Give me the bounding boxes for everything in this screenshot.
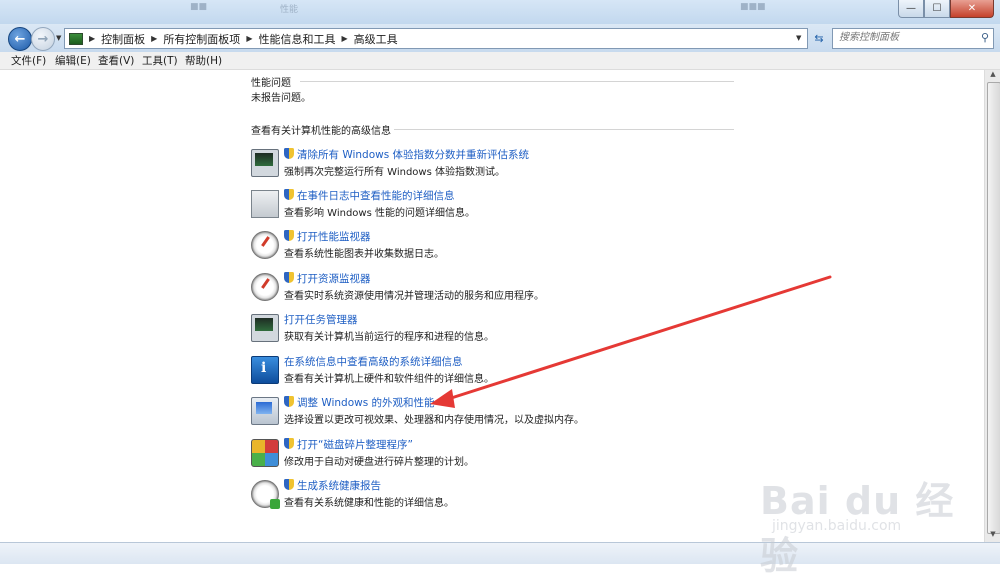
control-panel-icon (69, 32, 83, 45)
menu-view[interactable]: 查看(V) (98, 53, 134, 68)
uac-shield-icon (284, 479, 294, 490)
monitor-icon (251, 149, 279, 177)
search-box[interactable]: ⚲ (832, 28, 994, 49)
maximize-button[interactable]: ☐ (924, 0, 950, 18)
menu-help[interactable]: 帮助(H) (185, 53, 222, 68)
recent-pages-dropdown-icon[interactable]: ▼ (56, 34, 61, 42)
health-report-icon (251, 480, 280, 509)
breadcrumb-chevron-icon[interactable]: ▶ (151, 34, 157, 43)
breadcrumb-chevron-icon[interactable]: ▶ (89, 34, 95, 43)
address-dropdown-icon[interactable]: ▼ (796, 34, 801, 42)
task-link-performance-monitor[interactable]: 打开性能监视器 (284, 229, 371, 244)
task-item: 调整 Windows 的外观和性能 选择设置以更改可视效果、处理器和内存使用情况… (251, 394, 811, 430)
event-log-icon (251, 190, 279, 218)
visual-effects-icon (251, 397, 279, 425)
uac-shield-icon (284, 148, 294, 159)
uac-shield-icon (284, 230, 294, 241)
close-button[interactable]: ✕ (950, 0, 994, 18)
refresh-icon[interactable]: ⇆ (810, 30, 828, 46)
task-description: 强制再次完整运行所有 Windows 体验指数测试。 (284, 167, 505, 178)
menu-tools[interactable]: 工具(T) (142, 53, 178, 68)
forward-button[interactable]: → (31, 27, 55, 51)
menu-bar: 文件(F) 编辑(E) 查看(V) 工具(T) 帮助(H) (0, 52, 1000, 70)
task-link-adjust-appearance[interactable]: 调整 Windows 的外观和性能 (284, 395, 435, 410)
task-description: 查看实时系统资源使用情况并管理活动的服务和应用程序。 (284, 291, 544, 302)
task-item: 在系统信息中查看高级的系统详细信息 查看有关计算机上硬件和软件组件的详细信息。 (251, 353, 811, 389)
performance-gauge-icon (251, 231, 279, 259)
navigation-bar: ← → ▼ ▶ 控制面板 ▶ 所有控制面板项 ▶ 性能信息和工具 ▶ 高级工具 … (0, 24, 1000, 52)
uac-shield-icon (284, 396, 294, 407)
section-title-advanced: 查看有关计算机性能的高级信息 (251, 126, 391, 137)
task-link-task-manager[interactable]: 打开任务管理器 (284, 312, 358, 327)
breadcrumb-all-items[interactable]: 所有控制面板项 (163, 31, 240, 47)
task-description: 修改用于自动对硬盘进行碎片整理的计划。 (284, 457, 474, 468)
task-description: 获取有关计算机当前运行的程序和进程的信息。 (284, 332, 494, 343)
minimize-button[interactable]: — (898, 0, 924, 18)
task-item: 清除所有 Windows 体验指数分数并重新评估系统 强制再次完整运行所有 Wi… (251, 146, 811, 182)
uac-shield-icon (284, 272, 294, 283)
uac-shield-icon (284, 438, 294, 449)
window-controls: — ☐ ✕ (898, 0, 994, 18)
task-description: 查看有关计算机上硬件和软件组件的详细信息。 (284, 374, 494, 385)
task-link-health-report[interactable]: 生成系统健康报告 (284, 478, 381, 493)
watermark-url: jingyan.baidu.com (772, 518, 902, 534)
task-item: 打开任务管理器 获取有关计算机当前运行的程序和进程的信息。 (251, 311, 811, 347)
task-item: 打开资源监视器 查看实时系统资源使用情况并管理活动的服务和应用程序。 (251, 270, 811, 306)
section-divider (394, 129, 734, 130)
titlebar-ghost-left: ■■ (190, 2, 208, 12)
back-button[interactable]: ← (8, 27, 32, 51)
titlebar-ghost-mid: 性能 (280, 5, 299, 15)
vertical-scrollbar[interactable]: ▲ ▼ (984, 70, 1000, 542)
task-item: 在事件日志中查看性能的详细信息 查看影响 Windows 性能的问题详细信息。 (251, 187, 811, 223)
scrollbar-thumb[interactable] (987, 82, 1000, 534)
task-item: 打开“磁盘碎片整理程序” 修改用于自动对硬盘进行碎片整理的计划。 (251, 436, 811, 472)
resource-gauge-icon (251, 273, 279, 301)
section-title-issues: 性能问题 (251, 78, 291, 89)
baidu-watermark: Bai du 经验 jingyan.baidu.com (760, 470, 980, 578)
search-icon[interactable]: ⚲ (981, 31, 989, 44)
uac-shield-icon (284, 189, 294, 200)
breadcrumb-advanced-tools[interactable]: 高级工具 (354, 31, 398, 47)
breadcrumb-performance-info[interactable]: 性能信息和工具 (258, 31, 335, 47)
section-divider (300, 81, 734, 82)
task-link-resource-monitor[interactable]: 打开资源监视器 (284, 271, 371, 286)
issues-text: 未报告问题。 (251, 93, 311, 104)
title-bar: ■■ 性能 ■■■ — ☐ ✕ (0, 0, 1000, 24)
scroll-up-icon[interactable]: ▲ (985, 70, 1000, 82)
task-link-system-info[interactable]: 在系统信息中查看高级的系统详细信息 (284, 354, 463, 369)
task-link-clear-wei[interactable]: 清除所有 Windows 体验指数分数并重新评估系统 (284, 147, 529, 162)
menu-edit[interactable]: 编辑(E) (55, 53, 91, 68)
breadcrumb-control-panel[interactable]: 控制面板 (101, 31, 145, 47)
task-description: 查看系统性能图表并收集数据日志。 (284, 249, 444, 260)
task-link-disk-defrag[interactable]: 打开“磁盘碎片整理程序” (284, 437, 413, 452)
task-item: 生成系统健康报告 查看有关系统健康和性能的详细信息。 (251, 477, 811, 513)
task-manager-icon (251, 314, 279, 342)
task-item: 打开性能监视器 查看系统性能图表并收集数据日志。 (251, 228, 811, 264)
task-link-event-log[interactable]: 在事件日志中查看性能的详细信息 (284, 188, 455, 203)
menu-file[interactable]: 文件(F) (11, 53, 46, 68)
address-bar[interactable]: ▶ 控制面板 ▶ 所有控制面板项 ▶ 性能信息和工具 ▶ 高级工具 (64, 28, 808, 49)
task-description: 选择设置以更改可视效果、处理器和内存使用情况，以及虚拟内存。 (284, 415, 584, 426)
defrag-icon (251, 439, 279, 467)
titlebar-ghost-right: ■■■ (740, 2, 766, 12)
scroll-down-icon[interactable]: ▼ (985, 530, 1000, 542)
system-info-icon (251, 356, 279, 384)
breadcrumb-chevron-icon[interactable]: ▶ (341, 34, 347, 43)
breadcrumb-chevron-icon[interactable]: ▶ (246, 34, 252, 43)
search-input[interactable] (833, 29, 969, 46)
task-description: 查看影响 Windows 性能的问题详细信息。 (284, 208, 475, 219)
task-description: 查看有关系统健康和性能的详细信息。 (284, 498, 454, 509)
